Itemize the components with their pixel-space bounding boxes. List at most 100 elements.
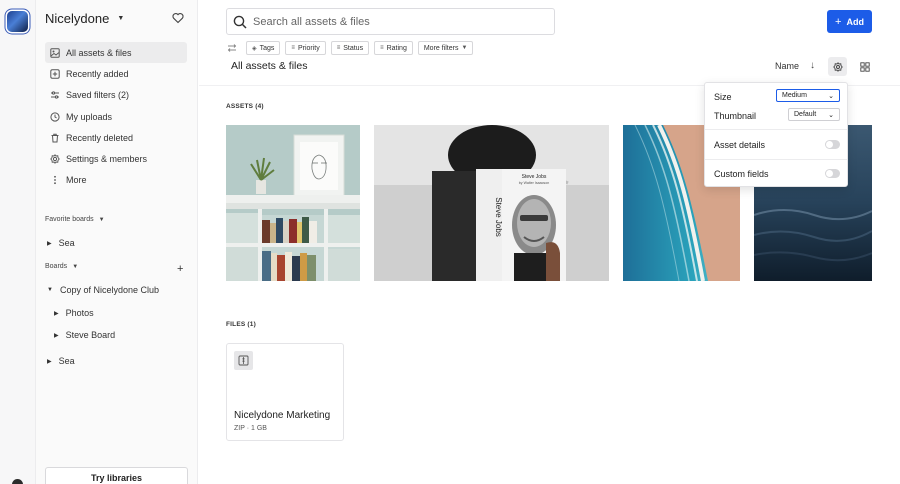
chevron-down-icon: ⌄ xyxy=(828,92,834,100)
chevron-down-icon: ⌄ xyxy=(828,111,834,119)
caret-right-icon: ▶ xyxy=(54,332,59,339)
sidebar-item-label: All assets & files xyxy=(66,47,132,58)
sidebar-item-recently-added[interactable]: Recently added xyxy=(45,63,187,84)
zip-file-icon xyxy=(234,351,253,370)
filter-chip-priority[interactable]: ≡ Priority xyxy=(285,41,326,55)
arrow-down-icon[interactable]: ↓ xyxy=(810,60,815,71)
chip-label: Priority xyxy=(297,44,320,52)
help-icon[interactable] xyxy=(12,479,23,484)
plus-square-icon xyxy=(50,69,60,79)
board-label: Steve Board xyxy=(65,330,116,340)
sidebar-item-label: My uploads xyxy=(66,111,113,122)
assets-section-label: ASSETS (4) xyxy=(226,103,264,110)
grid-view-button[interactable] xyxy=(855,57,874,76)
clock-icon xyxy=(50,111,60,122)
caret-down-icon: ▼ xyxy=(117,15,125,22)
board-steve-board[interactable]: ▶ Steve Board xyxy=(54,330,115,340)
filter-chip-status[interactable]: ≡ Status xyxy=(330,41,370,55)
filter-icon xyxy=(50,90,60,100)
sidebar-item-label: Settings & members xyxy=(66,154,148,165)
caret-down-icon: ▼ xyxy=(461,45,468,51)
sidebar-item-label: More xyxy=(66,175,87,186)
asset-thumbnail-shelf xyxy=(226,125,360,281)
board-sea[interactable]: ▶ Sea xyxy=(47,356,75,366)
page-title: All assets & files xyxy=(231,60,308,72)
size-select[interactable]: Medium ⌄ xyxy=(776,89,840,102)
file-card[interactable]: Nicelydone Marketing ZIP · 1 GB xyxy=(226,343,344,441)
photo-icon xyxy=(50,47,60,58)
size-select-value: Medium xyxy=(782,92,807,99)
caret-right-icon: ▶ xyxy=(54,310,59,317)
caret-right-icon: ▶ xyxy=(47,240,52,247)
sidebar-item-more[interactable]: More xyxy=(45,170,187,191)
list-icon: ≡ xyxy=(336,45,341,51)
sidebar-item-label: Saved filters (2) xyxy=(66,90,130,101)
file-meta: ZIP · 1 GB xyxy=(234,425,267,432)
sidebar: Nicelydone ▼ All assets & files Recently… xyxy=(36,0,198,484)
files-section-label: FILES (1) xyxy=(226,321,256,328)
filter-chip-rating[interactable]: ≡ Rating xyxy=(374,41,413,55)
list-icon: ≡ xyxy=(291,45,295,51)
board-copy-of-nicelydone-club[interactable]: ▼ Copy of Nicelydone Club xyxy=(47,285,159,295)
main-content: + Add ◈ Tags ≡ Priority ≡ Status ≡ Ratin… xyxy=(199,0,900,484)
asset-card[interactable]: Steve Jobs Steve Jobs by Walter Isaacson xyxy=(374,125,609,281)
filter-chip-more[interactable]: More filters ▼ xyxy=(417,41,474,55)
more-vertical-icon xyxy=(50,175,60,185)
search-bar[interactable] xyxy=(226,8,555,35)
heart-icon[interactable] xyxy=(172,12,184,24)
asset-details-toggle[interactable] xyxy=(825,140,840,149)
add-board-icon[interactable]: + xyxy=(177,263,183,275)
sidebar-item-my-uploads[interactable]: My uploads xyxy=(45,106,187,127)
sort-button[interactable]: Name xyxy=(775,61,799,71)
chip-label: Tags xyxy=(259,44,275,52)
try-libraries-button[interactable]: Try libraries xyxy=(45,467,188,484)
thumbnail-label: Thumbnail xyxy=(714,111,757,121)
filter-toggle-icon[interactable] xyxy=(227,43,237,53)
sidebar-nav: All assets & files Recently added Saved … xyxy=(45,42,187,191)
sidebar-item-recently-deleted[interactable]: Recently deleted xyxy=(45,127,187,148)
thumbnail-select[interactable]: Default ⌄ xyxy=(788,108,840,121)
search-input[interactable] xyxy=(253,15,533,28)
view-settings-button[interactable] xyxy=(828,57,847,76)
sidebar-item-settings[interactable]: Settings & members xyxy=(45,148,187,169)
plus-icon: + xyxy=(835,15,842,28)
favorite-boards-header[interactable]: Favorite boards ▼ xyxy=(45,216,105,223)
custom-fields-toggle[interactable] xyxy=(825,169,840,178)
filter-bar: ◈ Tags ≡ Priority ≡ Status ≡ Rating More… xyxy=(227,41,474,55)
caret-down-icon: ▼ xyxy=(72,263,79,270)
workspace-logo[interactable] xyxy=(7,11,28,32)
trash-icon xyxy=(50,133,60,143)
workspace-name: Nicelydone xyxy=(45,11,110,26)
size-label: Size xyxy=(714,92,732,102)
board-label: Sea xyxy=(58,356,75,366)
boards-header[interactable]: Boards ▼ xyxy=(45,263,78,270)
app-window: Nicelydone ▼ All assets & files Recently… xyxy=(0,0,900,484)
divider xyxy=(705,159,847,160)
asset-card[interactable] xyxy=(226,125,360,281)
book-spine-text: Steve Jobs xyxy=(494,197,503,237)
book-title-text: Steve Jobs xyxy=(522,174,547,180)
caret-down-icon: ▼ xyxy=(47,287,53,293)
asset-thumbnail-book: Steve Jobs Steve Jobs by Walter Isaacson xyxy=(374,125,609,281)
sidebar-item-all-assets[interactable]: All assets & files xyxy=(45,42,187,64)
gear-icon xyxy=(50,154,60,165)
board-label: Photos xyxy=(65,308,94,318)
boards-label: Boards xyxy=(45,263,68,270)
file-name: Nicelydone Marketing xyxy=(234,410,331,421)
board-photos[interactable]: ▶ Photos xyxy=(54,308,94,318)
sidebar-item-saved-filters[interactable]: Saved filters (2) xyxy=(45,85,187,106)
workspace-rail xyxy=(0,0,36,484)
custom-fields-label: Custom fields xyxy=(714,169,769,179)
caret-down-icon: ▼ xyxy=(98,216,105,223)
favorite-boards-label: Favorite boards xyxy=(45,216,94,223)
divider xyxy=(705,129,847,130)
search-icon xyxy=(233,15,247,29)
filter-chip-tags[interactable]: ◈ Tags xyxy=(246,41,281,55)
tag-icon: ◈ xyxy=(252,45,257,52)
add-button-label: Add xyxy=(846,16,864,27)
favorite-board-sea[interactable]: ▶ Sea xyxy=(47,238,75,248)
sidebar-item-label: Recently added xyxy=(66,68,129,79)
add-button[interactable]: + Add xyxy=(827,10,872,33)
chip-label: Rating xyxy=(386,44,407,52)
workspace-switcher[interactable]: Nicelydone ▼ xyxy=(45,11,124,26)
